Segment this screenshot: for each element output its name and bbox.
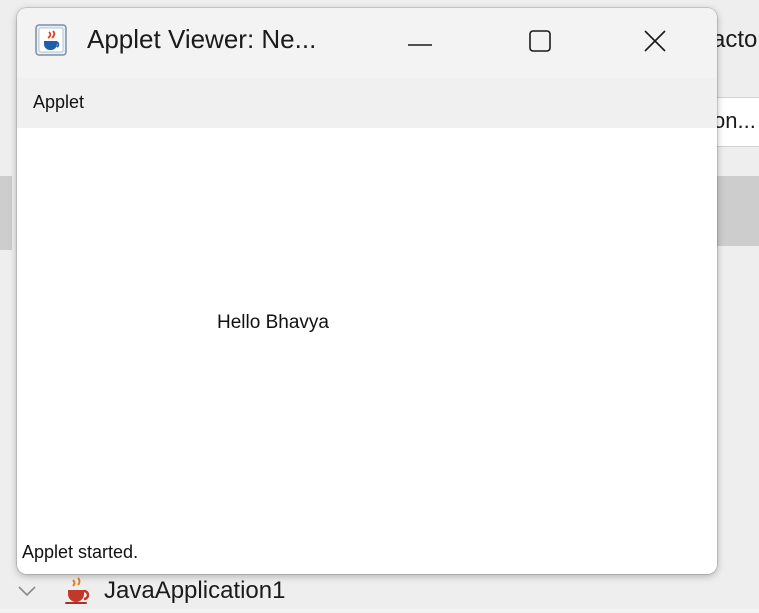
menu-applet[interactable]: Applet (33, 92, 84, 113)
project-tree-item[interactable]: JavaApplication1 (14, 574, 285, 608)
ide-selection-strip (0, 176, 12, 250)
window-title: Applet Viewer: Ne... (87, 24, 317, 54)
applet-output-text: Hello Bhavya (217, 312, 329, 333)
applet-canvas: Hello Bhavya (17, 128, 717, 546)
minimize-icon (408, 34, 432, 52)
maximize-button[interactable] (490, 8, 590, 78)
menu-bar: Applet (17, 78, 717, 128)
applet-viewer-window: Applet Viewer: Ne... Applet Hello Bhavya… (17, 8, 717, 574)
close-icon (644, 29, 666, 57)
close-button[interactable] (605, 8, 705, 78)
chevron-down-icon[interactable] (14, 581, 40, 601)
status-bar: Applet started. (17, 538, 717, 574)
project-tree-label: JavaApplication1 (104, 577, 286, 604)
minimize-button[interactable] (370, 8, 470, 78)
title-bar[interactable]: Applet Viewer: Ne... (17, 8, 717, 78)
maximize-icon (529, 29, 551, 57)
java-project-icon (62, 576, 94, 606)
status-text: Applet started. (22, 542, 139, 562)
ide-partial-label: acto (712, 26, 758, 53)
java-app-icon (35, 24, 67, 56)
